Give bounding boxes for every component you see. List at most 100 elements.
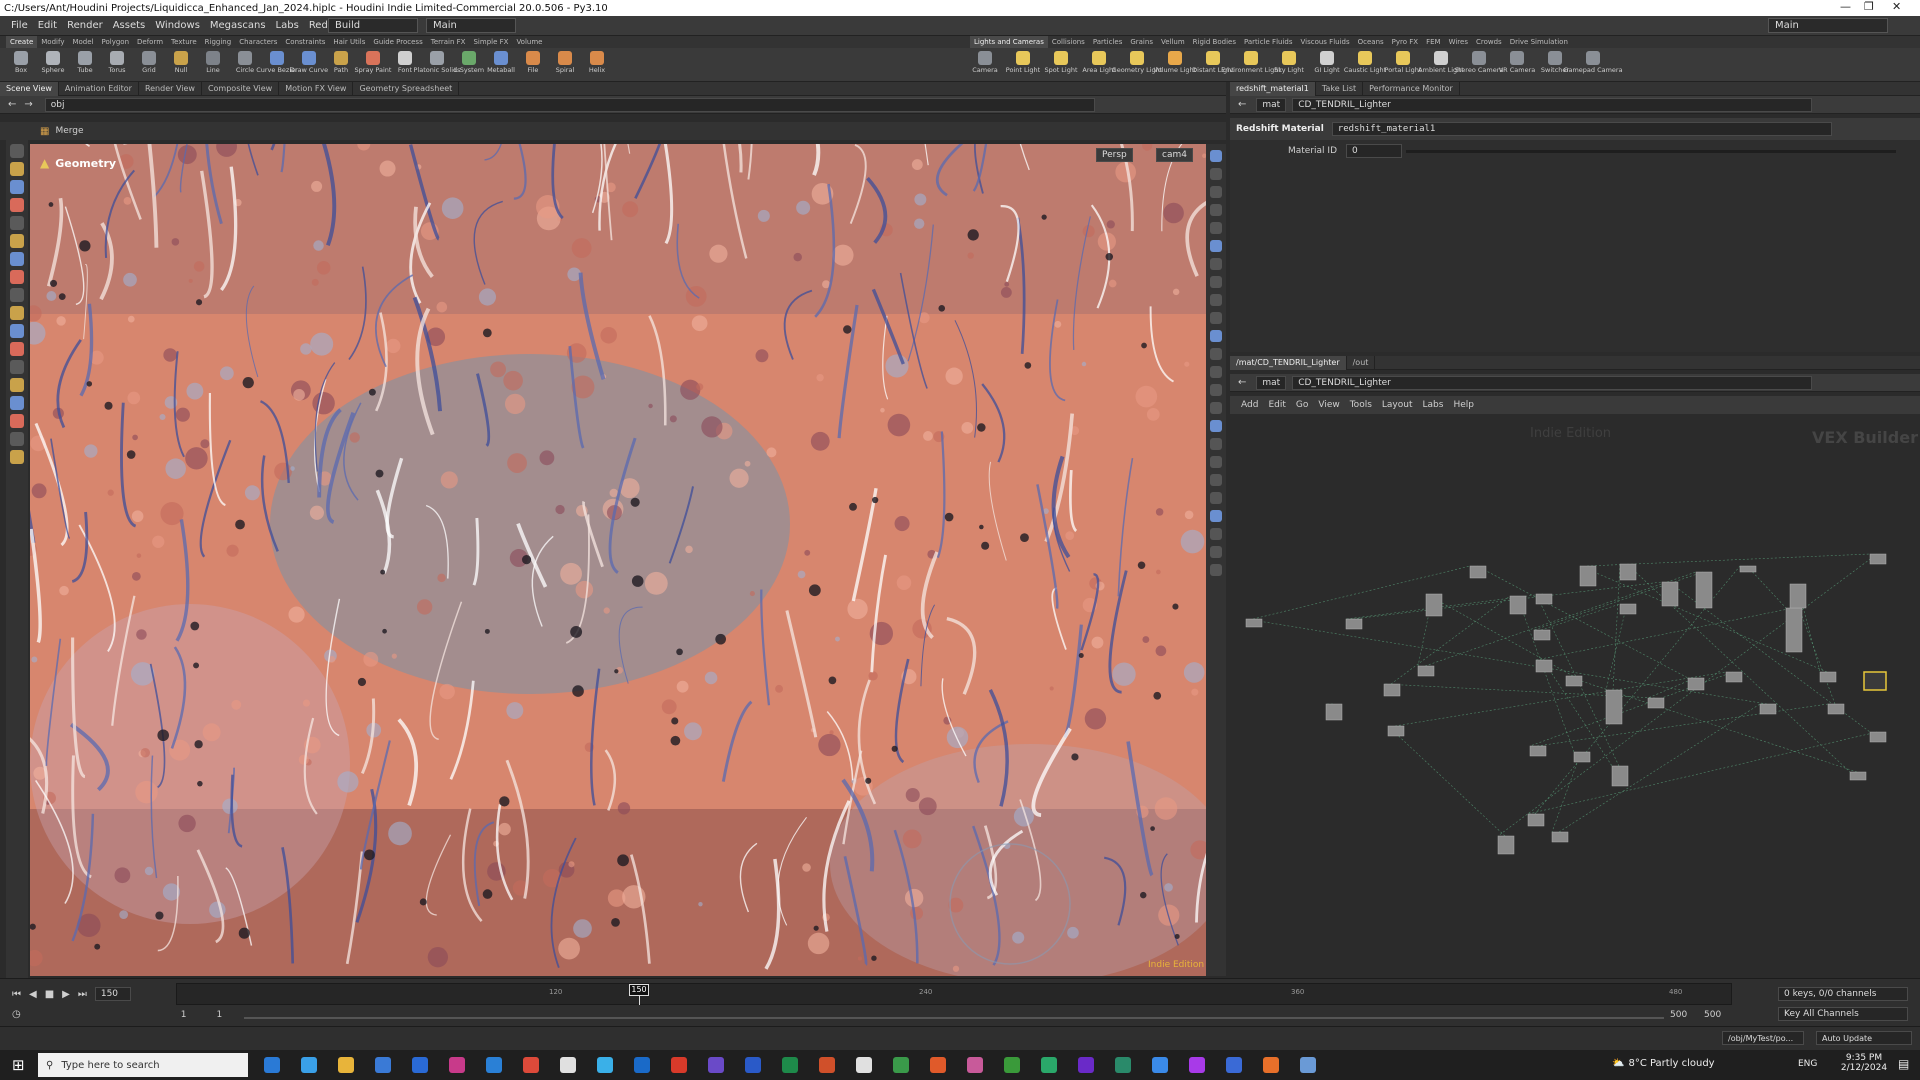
left-tool-button[interactable] [10, 414, 24, 428]
left-tool-4[interactable]: Grid [134, 48, 164, 82]
right-tool-button[interactable] [1210, 510, 1222, 522]
taskbar-app-icon[interactable] [634, 1057, 650, 1073]
shelf-tab-12[interactable]: Simple FX [469, 36, 512, 48]
taskbar-app-icon[interactable] [338, 1057, 354, 1073]
windows-start-icon[interactable]: ⊞ [12, 1056, 25, 1074]
right-tool-button[interactable] [1210, 330, 1222, 342]
right-tool-3[interactable]: Area Light [1082, 48, 1116, 82]
left-tool-8[interactable]: Curve Bezier [256, 48, 298, 82]
taskbar-app-icon[interactable] [1115, 1057, 1131, 1073]
shelf-tab-right-0[interactable]: Lights and Cameras [970, 36, 1048, 48]
left-tool-6[interactable]: Line [198, 48, 228, 82]
left-tool-button[interactable] [10, 450, 24, 464]
right-tool-button[interactable] [1210, 168, 1222, 180]
timeline-ruler[interactable]: 120 240 360 480 150 [176, 983, 1732, 1005]
right-tool-button[interactable] [1210, 492, 1222, 504]
shelf-tab-right-9[interactable]: Pyro FX [1388, 36, 1422, 48]
right-tool-button[interactable] [1210, 402, 1222, 414]
taskbar-app-icon[interactable] [301, 1057, 317, 1073]
right-tool-5[interactable]: Volume Light [1154, 48, 1196, 82]
taskbar-app-icon[interactable] [523, 1057, 539, 1073]
shelf-tab-5[interactable]: Texture [167, 36, 201, 48]
taskbar-app-icon[interactable] [597, 1057, 613, 1073]
pane-tab-lp-tabs-0[interactable]: Scene View [0, 81, 59, 96]
right-tool-button[interactable] [1210, 528, 1222, 540]
shelf-tab-right-11[interactable]: Wires [1445, 36, 1472, 48]
left-tool-button[interactable] [10, 288, 24, 302]
left-tool-button[interactable] [10, 270, 24, 284]
shelf-tab-right-2[interactable]: Particles [1089, 36, 1127, 48]
taskbar-app-icon[interactable] [1300, 1057, 1316, 1073]
menu-render[interactable]: Render [62, 20, 108, 31]
taskbar-app-icon[interactable] [1152, 1057, 1168, 1073]
shelf-tab-4[interactable]: Deform [133, 36, 167, 48]
shelf-tab-right-12[interactable]: Crowds [1472, 36, 1506, 48]
menu-megascans[interactable]: Megascans [205, 20, 271, 31]
shelf-tab-right-10[interactable]: FEM [1422, 36, 1445, 48]
taskbar-app-icon[interactable] [930, 1057, 946, 1073]
left-tool-button[interactable] [10, 324, 24, 338]
camera-button[interactable]: cam4 [1156, 148, 1193, 162]
shelf-tab-7[interactable]: Characters [235, 36, 281, 48]
shelf-tab-0[interactable]: Create [6, 36, 38, 48]
right-tool-8[interactable]: Sky Light [1274, 48, 1304, 82]
left-tool-2[interactable]: Tube [70, 48, 100, 82]
network-menu-layout[interactable]: Layout [1377, 400, 1418, 410]
shelf-tab-1[interactable]: Modify [37, 36, 68, 48]
left-tool-button[interactable] [10, 180, 24, 194]
left-tool-button[interactable] [10, 144, 24, 158]
language-indicator[interactable]: ENG [1798, 1059, 1817, 1069]
network-menu-labs[interactable]: Labs [1418, 400, 1449, 410]
network-editor[interactable]: Indie Edition VEX Builder [1230, 414, 1920, 976]
left-tool-1[interactable]: Sphere [38, 48, 68, 82]
taskbar-app-icon[interactable] [671, 1057, 687, 1073]
left-tool-16[interactable]: File [518, 48, 548, 82]
left-tool-button[interactable] [10, 396, 24, 410]
taskbar-app-icon[interactable] [1041, 1057, 1057, 1073]
right-tool-12[interactable]: Ambient Light [1418, 48, 1464, 82]
notification-icon[interactable]: ▤ [1898, 1057, 1909, 1071]
menu-assets[interactable]: Assets [108, 20, 151, 31]
left-tool-button[interactable] [10, 360, 24, 374]
playhead[interactable]: 150 [629, 984, 649, 996]
left-tool-9[interactable]: Draw Curve [290, 48, 328, 82]
pane-tab-lp-tabs-5[interactable]: Geometry Spreadsheet [353, 81, 460, 96]
auto-update-button[interactable]: Auto Update [1816, 1031, 1912, 1045]
back-arrow-icon[interactable]: ← [8, 99, 16, 110]
taskbar-app-icon[interactable] [1189, 1057, 1205, 1073]
taskbar-search[interactable]: ⚲ Type here to search [38, 1053, 248, 1077]
play-icon[interactable]: ▶ [62, 989, 70, 1000]
taskbar-app-icon[interactable] [1078, 1057, 1094, 1073]
left-tool-17[interactable]: Spiral [550, 48, 580, 82]
pane-tab-lp-tabs-1[interactable]: Animation Editor [59, 81, 139, 96]
key-all-channels[interactable]: Key All Channels [1778, 1007, 1908, 1021]
taskbar-app-icon[interactable] [745, 1057, 761, 1073]
right-tool-11[interactable]: Portal Light [1385, 48, 1421, 82]
taskbar-app-icon[interactable] [1226, 1057, 1242, 1073]
shelf-tab-8[interactable]: Constraints [281, 36, 329, 48]
taskbar-app-icon[interactable] [856, 1057, 872, 1073]
pane-tab-pp-tabs-0[interactable]: redshift_material1 [1230, 81, 1316, 96]
left-tool-button[interactable] [10, 198, 24, 212]
param-node-path[interactable]: CD_TENDRIL_Lighter [1292, 97, 1813, 112]
pane-tab-lp-tabs-2[interactable]: Render View [139, 81, 202, 96]
right-tool-button[interactable] [1210, 366, 1222, 378]
param-ctx[interactable]: mat [1256, 97, 1287, 112]
network-menu-view[interactable]: View [1313, 400, 1344, 410]
left-tool-12[interactable]: Font [390, 48, 420, 82]
shelf-tab-right-13[interactable]: Drive Simulation [1506, 36, 1572, 48]
pane-tab-np-tabs-0[interactable]: /mat/CD_TENDRIL_Lighter [1230, 355, 1347, 370]
right-tool-0[interactable]: Camera [970, 48, 1000, 82]
right-tool-16[interactable]: Gamepad Camera [1563, 48, 1623, 82]
left-tool-button[interactable] [10, 234, 24, 248]
right-tool-button[interactable] [1210, 312, 1222, 324]
left-tool-14[interactable]: L-System [454, 48, 484, 82]
right-tool-button[interactable] [1210, 258, 1222, 270]
material-id-slider[interactable] [1406, 150, 1896, 153]
menu-edit[interactable]: Edit [33, 20, 62, 31]
left-tool-button[interactable] [10, 306, 24, 320]
shelf-tab-right-6[interactable]: Particle Fluids [1240, 36, 1297, 48]
right-tool-button[interactable] [1210, 222, 1222, 234]
realtime-icon[interactable]: ◷ [12, 1009, 21, 1020]
right-combo[interactable]: Main [1768, 18, 1888, 33]
